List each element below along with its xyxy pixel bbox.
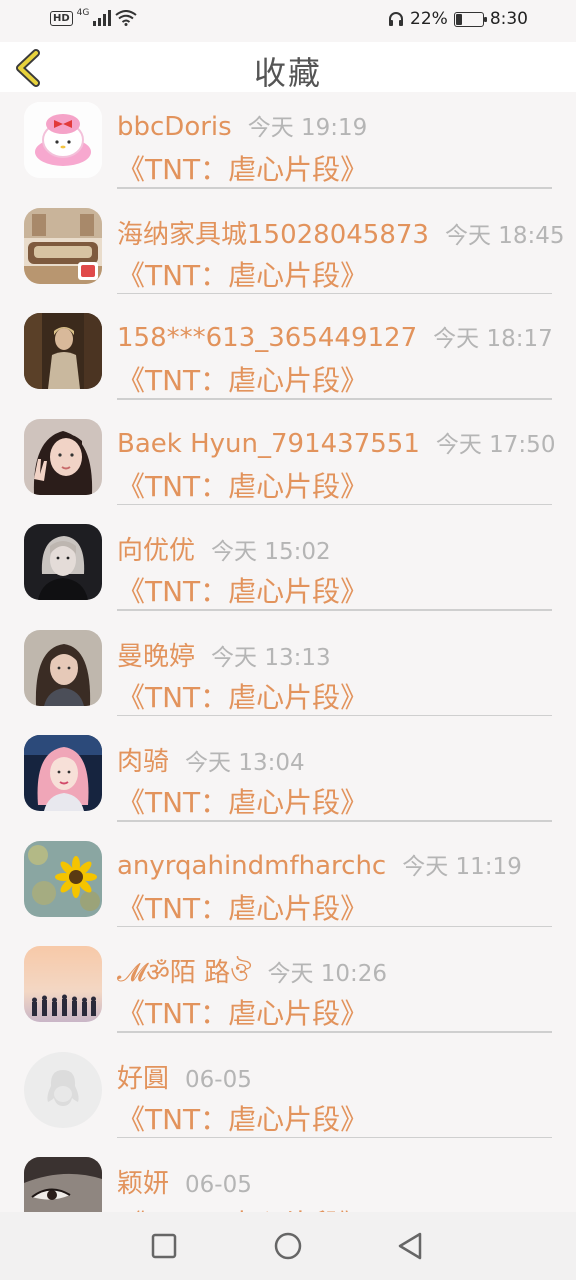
name-line: 158***613_365449127 今天 18:17 (117, 319, 553, 353)
status-bar: HD 4G 22% 8:30 (0, 0, 576, 42)
favorite-subject[interactable]: 《TNT：虐心片段》 (117, 465, 368, 505)
user-name: anyrqahindmfharchc (117, 850, 387, 881)
name-line: 𝓜ॐ陌 路ঔ 今天 10:26 (117, 952, 387, 996)
girl-avatar[interactable] (24, 629, 102, 706)
favorite-subject[interactable]: 《TNT：虐心片段》 (117, 781, 368, 821)
list-item[interactable]: bbcDoris 今天 19:19 《TNT：虐心片段》 (0, 92, 576, 198)
user-name: 158***613_365449127 (117, 323, 418, 353)
name-line: 肉骑 今天 13:04 (117, 741, 305, 778)
favorite-subject[interactable]: 《TNT：虐心片段》 (117, 254, 368, 294)
network-type: 4G (76, 8, 90, 18)
battery-level (455, 13, 462, 25)
favorite-subject[interactable]: 《TNT：虐心片段》 (117, 1098, 368, 1138)
list-item[interactable]: 海纳家具城15028045873 今天 18:45 《TNT：虐心片段》 (0, 198, 576, 304)
name-line: Baek Hyun_791437551 今天 17:50 (117, 425, 555, 459)
divider (117, 1031, 552, 1033)
divider (117, 292, 552, 294)
clock: 8:30 (489, 9, 528, 29)
timestamp: 今天 15:02 (211, 539, 331, 565)
user-name: 曼晚婷 (117, 641, 196, 672)
timestamp: 06-05 (185, 1172, 252, 1198)
sunflower-avatar[interactable] (24, 840, 102, 917)
list-item[interactable]: 158***613_365449127 今天 18:17 《TNT：虐心片段》 (0, 303, 576, 409)
divider (117, 609, 552, 611)
eye-closeup-avatar[interactable] (24, 1157, 102, 1212)
user-name: 向优优 (117, 536, 196, 566)
my-melody-avatar[interactable] (24, 102, 102, 178)
timestamp: 今天 13:04 (185, 750, 305, 776)
favorite-subject[interactable]: 《TNT：虐心片段》 (117, 359, 368, 399)
name-line: 好圓 06-05 (117, 1058, 252, 1095)
user-name: 颖妍 (117, 1169, 170, 1199)
status-left: HD 4G (50, 8, 137, 26)
sunset-group-avatar[interactable] (24, 946, 102, 1022)
list-item[interactable]: 𝓜ॐ陌 路ঔ 今天 10:26 《TNT：虐心片段》 (0, 936, 576, 1042)
name-line: 颖妍 06-05 (117, 1163, 252, 1200)
favorite-subject[interactable]: 《TNT：虐心片段》 (117, 992, 368, 1032)
list-item[interactable]: 曼晚婷 今天 13:13 《TNT：虐心片段》 (0, 620, 576, 726)
favorites-list: bbcDoris 今天 19:19 《TNT：虐心片段》 海纳家具城150280… (0, 92, 576, 1212)
user-name: 肉骑 (117, 747, 170, 777)
circle-home-icon[interactable] (272, 1230, 304, 1262)
battery-percent: 22% (410, 9, 448, 29)
name-line: 曼晚婷 今天 13:13 (117, 636, 331, 673)
user-name: Baek Hyun_791437551 (117, 428, 420, 459)
system-nav-bar (0, 1212, 576, 1280)
page-title: 收藏 (253, 54, 322, 92)
list-item[interactable]: 好圓 06-05 《TNT：虐心片段》 (0, 1042, 576, 1148)
user-name: 海纳家具城15028045873 (117, 219, 429, 250)
favorite-subject[interactable]: 《TNT：虐心片段》 (117, 148, 368, 188)
pink-hair-avatar[interactable] (24, 735, 102, 811)
triangle-back-icon[interactable] (394, 1230, 426, 1262)
divider (117, 1136, 552, 1138)
divider (117, 398, 552, 400)
name-line: 海纳家具城15028045873 今天 18:45 (117, 214, 565, 251)
user-name: bbcDoris (117, 112, 232, 142)
list-item[interactable]: 颖妍 06-05 《TNT：虐心片段》 (0, 1147, 576, 1212)
person-avatar[interactable] (24, 313, 102, 389)
square-recents-icon[interactable] (148, 1230, 180, 1262)
list-item[interactable]: 向优优 今天 15:02 《TNT：虐心片段》 (0, 514, 576, 620)
app-header: 收藏 (0, 42, 576, 92)
furniture-avatar[interactable] (24, 207, 102, 284)
timestamp: 06-05 (185, 1066, 252, 1093)
timestamp: 今天 13:13 (211, 644, 331, 671)
timestamp: 今天 11:19 (402, 853, 522, 880)
favorite-subject[interactable]: 《TNT：虐心片段》 (117, 676, 368, 716)
user-name: 𝓜ॐ陌 路ঔ (117, 958, 252, 988)
timestamp: 今天 18:45 (444, 222, 565, 249)
timestamp: 今天 17:50 (435, 431, 556, 458)
signal-icon (93, 10, 112, 26)
wifi-icon (115, 10, 137, 26)
headphones-icon (389, 12, 404, 26)
list-item[interactable]: 肉骑 今天 13:04 《TNT：虐心片段》 (0, 725, 576, 831)
timestamp: 今天 10:26 (267, 961, 388, 987)
list-item[interactable]: anyrqahindmfharchc 今天 11:19 《TNT：虐心片段》 (0, 831, 576, 937)
favorite-subject[interactable]: 《TNT：虐心片段》 (117, 1203, 368, 1212)
default-penguin-avatar[interactable] (24, 1051, 102, 1128)
hd-icon: HD (50, 10, 73, 26)
user-name: 好圓 (117, 1063, 170, 1094)
divider (117, 925, 552, 927)
divider (117, 714, 552, 716)
timestamp: 今天 19:19 (247, 115, 368, 141)
dark-portrait-avatar[interactable] (24, 524, 102, 600)
divider (117, 187, 552, 189)
battery-icon (453, 11, 487, 27)
favorite-subject[interactable]: 《TNT：虐心片段》 (117, 570, 368, 610)
name-line: anyrqahindmfharchc 今天 11:19 (117, 847, 522, 881)
list-item[interactable]: Baek Hyun_791437551 今天 17:50 《TNT：虐心片段》 (0, 409, 576, 515)
status-right: 22% 8:30 (388, 9, 528, 29)
girl-peace-avatar[interactable] (24, 418, 102, 495)
divider (117, 503, 552, 505)
name-line: bbcDoris 今天 19:19 (117, 108, 367, 142)
timestamp: 今天 18:17 (433, 326, 553, 352)
name-line: 向优优 今天 15:02 (117, 530, 331, 567)
favorite-subject[interactable]: 《TNT：虐心片段》 (117, 887, 368, 927)
divider (117, 820, 552, 822)
